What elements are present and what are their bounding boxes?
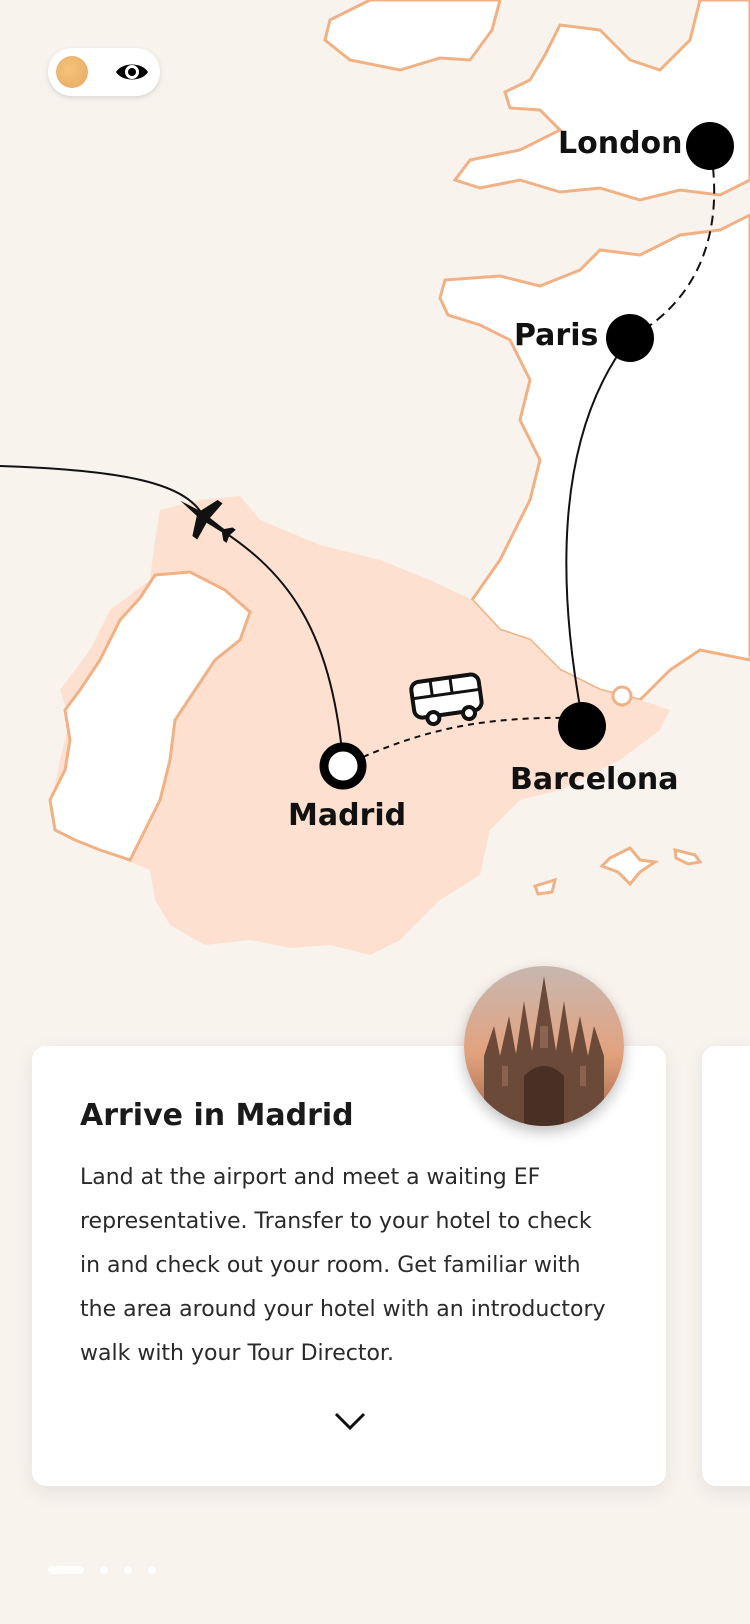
next-itinerary-card[interactable] — [702, 1046, 750, 1486]
city-marker-madrid[interactable] — [319, 742, 367, 790]
city-label-paris: Paris — [514, 318, 599, 353]
chevron-down-icon[interactable] — [334, 1410, 366, 1432]
eye-icon[interactable] — [114, 58, 150, 86]
island-d — [611, 685, 633, 707]
map-view-toggle[interactable] — [48, 48, 160, 96]
city-marker-barcelona[interactable] — [558, 702, 606, 750]
pager-dot[interactable] — [148, 1566, 156, 1574]
city-label-london: London — [558, 126, 683, 161]
cathedral-photo — [464, 966, 624, 1126]
city-label-barcelona: Barcelona — [510, 762, 679, 797]
city-marker-paris[interactable] — [606, 314, 654, 362]
card-description: Land at the airport and meet a waiting E… — [80, 1165, 606, 1366]
card-title: Arrive in Madrid — [80, 1098, 354, 1133]
sun-dot-icon[interactable] — [56, 56, 88, 88]
pager-dot[interactable] — [100, 1566, 108, 1574]
pager-dot-active[interactable] — [48, 1566, 84, 1574]
city-marker-london[interactable] — [686, 122, 734, 170]
city-label-madrid: Madrid — [288, 798, 407, 833]
pager-dot[interactable] — [124, 1566, 132, 1574]
